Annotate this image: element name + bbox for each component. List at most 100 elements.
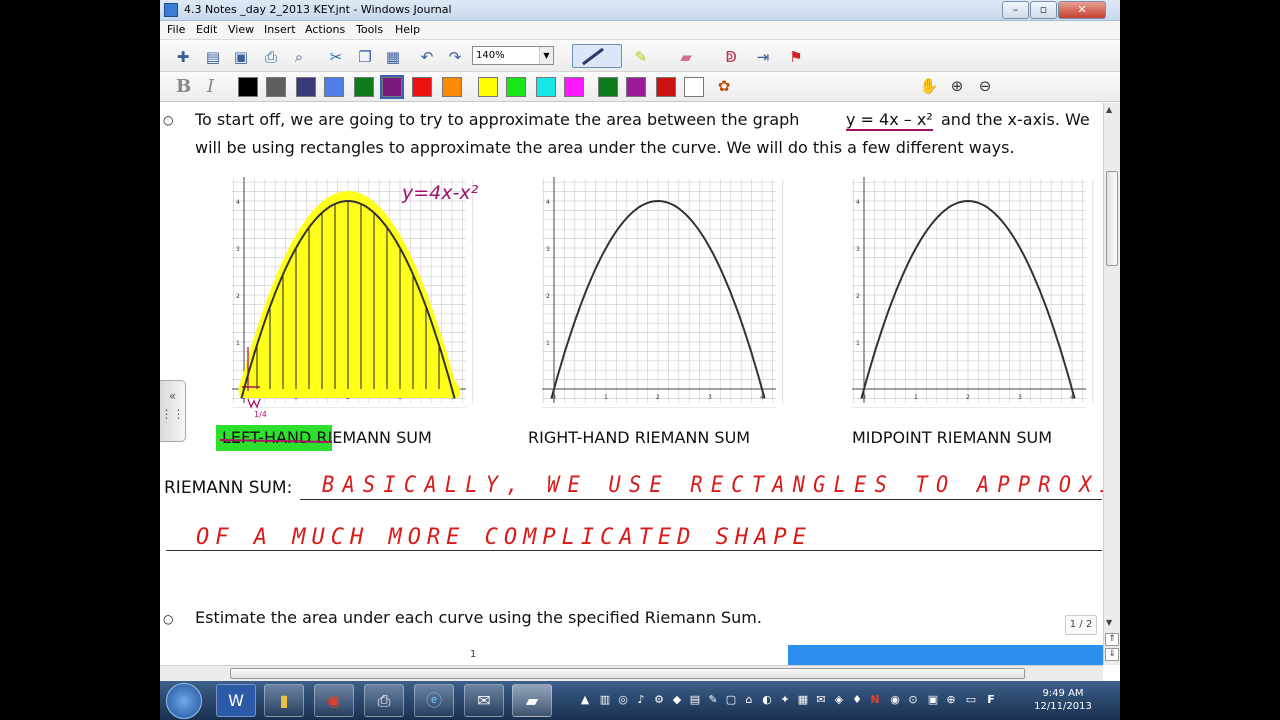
taskbar-chrome-icon[interactable]: ◉	[314, 684, 354, 717]
color-swatch[interactable]	[598, 77, 618, 97]
tray-icon[interactable]: ▲	[578, 693, 592, 707]
color-swatch[interactable]	[684, 77, 704, 97]
eraser-icon[interactable]: ▰	[675, 46, 697, 68]
selection-bar[interactable]	[788, 645, 1103, 665]
color-swatch[interactable]	[238, 77, 258, 97]
highlighter-icon[interactable]: ✎	[630, 46, 652, 68]
standard-toolbar: ✚ ▤ ▣ ⎙ ⌕ ✂ ❐ ▦ ↶ ↷ 140% ▼ ✎ ▰ ↁ ⇥ ⚑	[160, 40, 1120, 72]
flag-icon[interactable]: ⚑	[785, 46, 807, 68]
tray-icon[interactable]: ◐	[760, 693, 774, 707]
color-swatch[interactable]	[324, 77, 344, 97]
tray-icon[interactable]: ◈	[832, 693, 846, 707]
color-swatch[interactable]	[656, 77, 676, 97]
tray-icon[interactable]: F	[984, 693, 998, 707]
taskbar-explorer-icon[interactable]: ▮	[264, 684, 304, 717]
chevron-down-icon[interactable]: ▼	[539, 47, 553, 64]
pen-tool-button[interactable]	[572, 44, 622, 68]
color-swatch[interactable]	[626, 77, 646, 97]
tray-icon[interactable]: ◉	[888, 693, 902, 707]
taskbar-ie-icon[interactable]: ⓔ	[414, 684, 454, 717]
menu-file[interactable]: File	[167, 23, 185, 36]
pan-hand-icon[interactable]: ✋	[918, 75, 940, 97]
menu-view[interactable]: View	[228, 23, 254, 36]
copy-icon[interactable]: ❐	[354, 46, 376, 68]
close-button[interactable]: ✕	[1058, 1, 1106, 19]
color-swatch[interactable]	[354, 77, 374, 97]
color-swatch[interactable]	[506, 77, 526, 97]
tray-icon[interactable]: ✉	[814, 693, 828, 707]
tray-icon[interactable]: ✎	[706, 693, 720, 707]
find-icon[interactable]: ⌕	[288, 46, 310, 68]
handwritten-quarter: 1/4	[254, 410, 267, 419]
tray-icon[interactable]: ▣	[926, 693, 940, 707]
tray-icon[interactable]: N	[868, 693, 882, 707]
new-note-icon[interactable]: ✚	[172, 46, 194, 68]
scroll-thumb-horizontal[interactable]	[230, 668, 1025, 679]
vertical-scrollbar[interactable]: ▲ ▼ ⇑ ⇓	[1103, 103, 1120, 665]
bold-button[interactable]: B	[176, 76, 191, 97]
pen-icon	[582, 47, 604, 66]
print-preview-icon[interactable]: ⎙	[260, 46, 282, 68]
scroll-arrow-down[interactable]: ▼	[1106, 618, 1112, 627]
lasso-select-icon[interactable]: ↁ	[720, 46, 742, 68]
color-swatch[interactable]	[412, 77, 432, 97]
tray-icon[interactable]: ⌂	[742, 693, 756, 707]
tray-network-icon[interactable]: ▥	[598, 693, 612, 707]
menu-help[interactable]: Help	[395, 23, 420, 36]
zoom-out-icon[interactable]: ⊖	[974, 75, 996, 97]
menu-tools[interactable]: Tools	[356, 23, 383, 36]
menu-edit[interactable]: Edit	[196, 23, 217, 36]
tray-icon[interactable]: ◎	[616, 693, 630, 707]
scroll-arrow-up[interactable]: ▲	[1106, 105, 1112, 114]
zoom-value: 140%	[476, 50, 505, 61]
zoom-select[interactable]: 140% ▼	[472, 46, 554, 65]
tray-icon[interactable]: ♦	[850, 693, 864, 707]
tray-icon[interactable]: ▢	[724, 693, 738, 707]
zoom-in-icon[interactable]: ⊕	[946, 75, 968, 97]
color-swatch[interactable]	[266, 77, 286, 97]
tray-icon[interactable]: ▭	[964, 693, 978, 707]
page-indicator: 1 / 2	[1065, 615, 1097, 635]
page-next-icon[interactable]: ⇓	[1105, 648, 1119, 661]
cut-icon[interactable]: ✂	[325, 46, 347, 68]
minimize-button[interactable]: –	[1002, 1, 1029, 19]
taskbar-printer-icon[interactable]: ⎙	[364, 684, 404, 717]
color-swatch[interactable]	[442, 77, 462, 97]
redo-icon[interactable]: ↷	[444, 46, 466, 68]
tray-icon[interactable]: ◆	[670, 693, 684, 707]
taskbar-word-icon[interactable]: W	[216, 684, 256, 717]
color-swatch[interactable]	[564, 77, 584, 97]
start-button[interactable]	[166, 683, 202, 719]
color-swatch[interactable]	[296, 77, 316, 97]
color-swatch[interactable]	[478, 77, 498, 97]
maximize-button[interactable]: ▫	[1030, 1, 1057, 19]
insert-space-icon[interactable]: ⇥	[752, 46, 774, 68]
tray-icon[interactable]: ⊕	[944, 693, 958, 707]
taskbar-journal-icon[interactable]: ▰	[512, 684, 552, 717]
italic-button[interactable]: I	[207, 76, 214, 97]
clock[interactable]: 9:49 AM 12/11/2013	[1028, 687, 1098, 713]
tray-icon[interactable]: ♪	[634, 693, 648, 707]
new-page-icon[interactable]: ▤	[202, 46, 224, 68]
color-swatch[interactable]	[536, 77, 556, 97]
pen-color-palette-icon[interactable]: ✿	[713, 75, 735, 97]
horizontal-scrollbar[interactable]	[160, 665, 1103, 681]
tray-icon[interactable]: ✦	[778, 693, 792, 707]
side-panel-tab[interactable]: «⋮⋮	[160, 380, 186, 442]
paste-icon[interactable]: ▦	[382, 46, 404, 68]
note-page[interactable]: ○ To start off, we are going to try to a…	[160, 103, 1103, 665]
y-tick-label: 1	[236, 340, 240, 347]
format-toolbar: B I ✿ ✋ ⊕ ⊖	[160, 72, 1120, 102]
save-icon[interactable]: ▣	[230, 46, 252, 68]
menu-insert[interactable]: Insert	[264, 23, 296, 36]
color-swatch[interactable]	[380, 75, 404, 99]
taskbar-mail-icon[interactable]: ✉	[464, 684, 504, 717]
scroll-thumb-vertical[interactable]	[1106, 171, 1118, 266]
tray-icon[interactable]: ⊙	[906, 693, 920, 707]
page-prev-icon[interactable]: ⇑	[1105, 633, 1119, 646]
tray-icon[interactable]: ▦	[796, 693, 810, 707]
tray-icon[interactable]: ⚙	[652, 693, 666, 707]
undo-icon[interactable]: ↶	[416, 46, 438, 68]
menu-actions[interactable]: Actions	[305, 23, 345, 36]
tray-icon[interactable]: ▤	[688, 693, 702, 707]
